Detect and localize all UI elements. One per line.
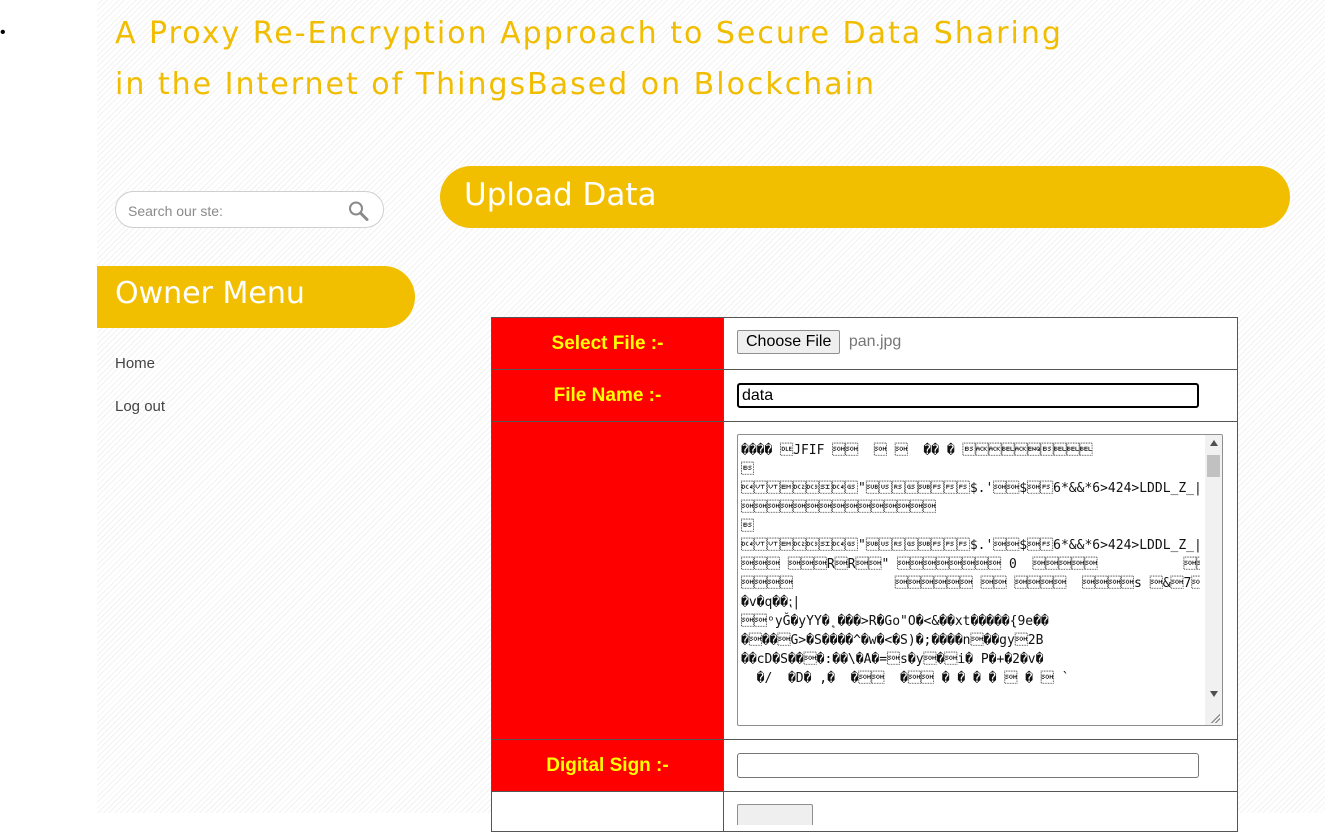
select-file-row: Select File :- Choose File pan.jpg — [491, 317, 1238, 370]
digital-sign-row: Digital Sign :- — [491, 739, 1238, 792]
scroll-up-icon[interactable] — [1210, 440, 1218, 446]
select-file-label: Select File :- — [491, 317, 724, 370]
file-name-row: File Name :- — [491, 369, 1238, 422]
site-title-line-1: A Proxy Re-Encryption Approach to Secure… — [115, 16, 1063, 51]
bullet-marker: • — [0, 24, 6, 41]
choose-file-button[interactable]: Choose File — [737, 330, 841, 354]
file-content-line: �/ �D� ,� � � � � � �  �  ` — [741, 671, 1070, 686]
file-content-line:  — [741, 462, 754, 477]
digital-sign-label: Digital Sign :- — [491, 739, 724, 792]
file-content-line:   "  $.'$ 6*&&*6>424>LDDL_Z_|… — [741, 538, 1200, 553]
file-content-text: ���� JFIF    �� �    … — [741, 441, 1200, 688]
upload-data-heading-text: Upload Data — [464, 177, 657, 213]
upload-data-heading: Upload Data — [440, 166, 1290, 228]
file-content-row: ���� JFIF    �� �    … — [491, 421, 1238, 740]
file-content-textarea[interactable]: ���� JFIF    �� �    … — [737, 434, 1223, 726]
file-content-line: �v�q��⁏| — [741, 595, 801, 610]
digital-sign-cell — [723, 739, 1238, 792]
file-content-line:   "  $.'$ 6*&&*6>424>LDDL_Z_|… — [741, 481, 1200, 496]
owner-menu-heading: Owner Menu — [97, 266, 415, 328]
search-box — [115, 191, 384, 228]
select-file-cell: Choose File pan.jpg — [723, 317, 1238, 370]
file-content-line: ���G>�S����^�w�<�S)�;����n��gy2B — [741, 633, 1044, 648]
file-name-label: File Name :- — [491, 369, 724, 422]
file-content-line:  RR"  0   — [741, 557, 1200, 572]
file-content-line:  — [741, 519, 754, 534]
digital-sign-input[interactable] — [737, 753, 1199, 778]
scroll-thumb[interactable] — [1207, 455, 1220, 477]
file-content-label — [491, 421, 724, 740]
file-name-cell — [723, 369, 1238, 422]
sidebar-item-home[interactable]: Home — [115, 355, 155, 372]
resize-handle-icon[interactable] — [1210, 713, 1220, 723]
sidebar-item-log-out[interactable]: Log out — [115, 398, 165, 415]
search-icon[interactable] — [347, 200, 371, 222]
textarea-scrollbar[interactable] — [1205, 435, 1222, 725]
file-content-line:  — [741, 500, 936, 515]
submit-button[interactable] — [737, 804, 813, 825]
upload-form-table: Select File :- Choose File pan.jpg File … — [491, 317, 1238, 832]
submit-cell — [723, 791, 1238, 832]
file-name-input[interactable] — [737, 383, 1199, 408]
search-input[interactable] — [126, 200, 350, 222]
submit-label-cell — [491, 791, 724, 832]
submit-row — [491, 791, 1238, 832]
file-content-line: ��cD�S���:��\�A�=s�y�i� P�+�2�v� — [741, 652, 1044, 667]
scroll-down-icon[interactable] — [1210, 691, 1218, 697]
file-content-line: ᵒyǦ�yYY�˛���>R�Go"O�<&��xt�����{9e�� — [741, 614, 1049, 629]
file-content-line:     s &7YǩH6 — [741, 576, 1200, 591]
owner-menu-heading-text: Owner Menu — [115, 276, 305, 311]
file-content-line: ���� JFIF    �� �  — [741, 443, 1180, 458]
site-title-line-2: in the Internet of ThingsBased on Blockc… — [115, 67, 877, 102]
site-title: A Proxy Re-Encryption Approach to Secure… — [115, 8, 1063, 110]
selected-file-name: pan.jpg — [848, 332, 902, 350]
file-content-cell: ���� JFIF    �� �    … — [723, 421, 1238, 740]
